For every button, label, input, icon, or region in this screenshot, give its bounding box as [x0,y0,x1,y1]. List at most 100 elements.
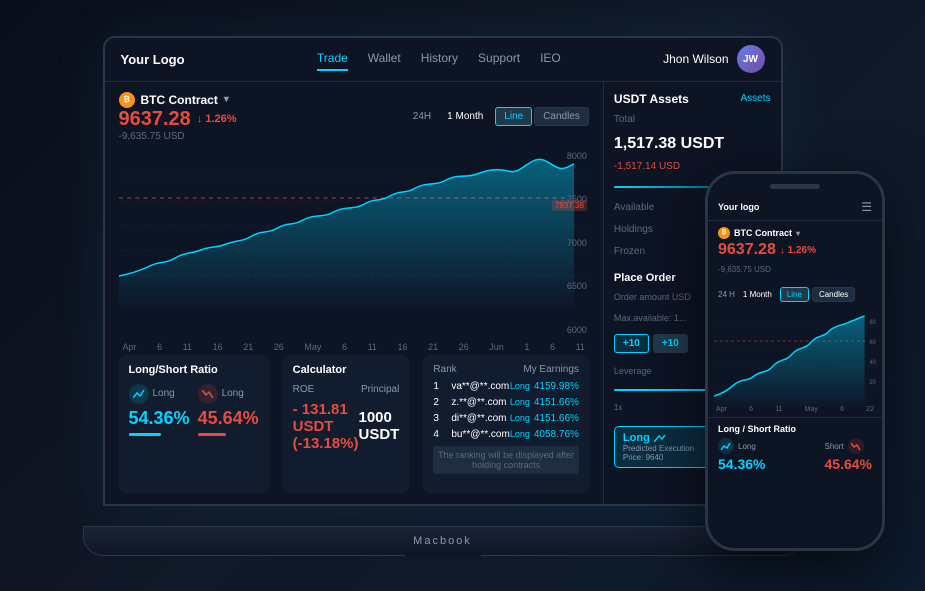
phone-line-btn[interactable]: Line [780,287,809,302]
dashboard: Your Logo Trade Wallet History Support I… [105,38,781,504]
principal-label: Principal [361,384,399,395]
rank-email-1: va**@**.com [451,381,510,392]
order-btn-10[interactable]: +10 [614,334,649,353]
phone-tab-24h[interactable]: 24 H [718,290,735,299]
time-tab-1month[interactable]: 1 Month [443,109,487,124]
phone-change: ↓ 1.26% [780,245,816,256]
calc-roe-row: ROE Principal [293,384,400,395]
btc-change: ↓ 1.26% [197,113,237,125]
rank-header: Rank My Earnings [433,364,579,375]
holdings-label: Holdings [614,224,653,235]
phone-menu-icon[interactable]: ☰ [861,200,872,214]
bottom-panels: Long/Short Ratio Long 54.36 [119,354,589,494]
x-6: 6 [157,342,162,352]
rank-num-2: 2 [433,397,445,408]
phone-btc-info: ₿ BTC Contract ▾ 9637.28 ↓ 1.26% -9,635.… [708,221,882,283]
svg-text:2000: 2000 [869,380,876,386]
x-26: 26 [274,342,284,352]
phone-short-icon [848,438,864,454]
svg-text:8000: 8000 [869,320,876,326]
phone-header: Your logo ☰ [708,194,882,221]
svg-text:6000: 6000 [869,340,876,346]
nav-wallet[interactable]: Wallet [368,47,401,71]
candles-chart-button[interactable]: Candles [534,107,589,126]
assets-link[interactable]: Assets [740,93,770,104]
ratio-long-bar [129,433,162,436]
rank-row-3: 3 di**@**.com Long 4151.66% [433,413,579,424]
phone-btc-pair: ₿ BTC Contract ▾ [718,227,872,239]
x-m16: 16 [398,342,408,352]
phone-ratio-row: Long 54.36% Short 45.64% [718,438,872,474]
header-right: Jhon Wilson JW [663,45,764,73]
rank-type-1: Long [510,381,530,391]
rank-email-4: bu**@**.com [451,429,510,440]
rank-email-3: di**@**.com [451,413,510,424]
roe-label: ROE [293,384,315,395]
y-label-6000: 6000 [567,325,587,335]
nav-trade[interactable]: Trade [317,47,348,71]
x-1: 1 [524,342,529,352]
line-chart-button[interactable]: Line [495,107,532,126]
ratio-short-label: Long [198,384,259,404]
phone-price-value: 9637.28 [718,241,776,259]
phone-screen: Your logo ☰ ₿ BTC Contract ▾ 9637.28 ↓ 1… [705,171,885,551]
ratio-long-item: Long 54.36% [129,384,190,436]
chart-type-btns: Line Candles [495,107,589,126]
ratio-short-name: Long [222,388,244,399]
laptop-notch [403,551,483,557]
phone-tab-1month[interactable]: 1 Month [743,290,772,299]
rank-num-4: 4 [433,429,445,440]
ratio-short-icon [198,384,218,404]
chart-controls: 24H 1 Month Line Candles [409,107,589,126]
x-m6: 6 [342,342,347,352]
x-j11: 11 [576,342,585,352]
rank-col-earnings: My Earnings [523,364,579,375]
phone-candles-btn[interactable]: Candles [812,287,855,302]
long-btn-label: Long [623,432,650,444]
dropdown-icon[interactable]: ▾ [224,94,229,105]
phone-dropdown-icon[interactable]: ▾ [796,229,800,238]
btc-price-value: 9637.28 [119,108,191,131]
btc-usd: -9,635.75 USD [119,131,237,142]
time-tabs: 24H 1 Month [409,109,488,124]
user-name: Jhon Wilson [663,52,728,66]
chart-header: ₿ BTC Contract ▾ 9637.28 ↓ 1.26% [119,92,589,142]
rank-col-rank: Rank [433,364,456,375]
usdt-total-label: Total [614,114,771,125]
nav-ieo[interactable]: IEO [540,47,561,71]
order-btn-10b[interactable]: +10 [653,334,688,353]
rank-row-4: 4 bu**@**.com Long 4058.76% [433,429,579,440]
phone-x-labels: Apr 6 11 May 6 22 [708,406,882,413]
rank-panel: Rank My Earnings 1 va**@**.com Long 4159… [423,354,589,494]
rank-email-2: z.**@**.com [451,397,510,408]
header: Your Logo Trade Wallet History Support I… [105,38,781,82]
long-trend-icon [654,434,666,442]
usdt-title: USDT Assets [614,92,689,106]
phone-inner: Your logo ☰ ₿ BTC Contract ▾ 9637.28 ↓ 1… [708,174,882,548]
avatar[interactable]: JW [737,45,765,73]
phone-btc-price: 9637.28 ↓ 1.26% [718,241,872,259]
x-axis-labels: Apr 6 11 16 21 26 May 6 11 16 21 26 Jun … [119,340,589,354]
y-label-7000: 7000 [567,238,587,248]
nav-history[interactable]: History [421,47,458,71]
btc-info: ₿ BTC Contract ▾ 9637.28 ↓ 1.26% [119,92,237,142]
phone-notch [770,184,820,189]
phone-long-pct: 54.36% [718,456,765,472]
rank-earning-4: 4058.76% [534,429,579,440]
phone-long-section: Long 54.36% [718,438,765,474]
time-tab-24h[interactable]: 24H [409,109,435,124]
y-label-7500: 7500 [567,194,587,204]
phone-short-section: Short 45.64% [825,438,872,474]
roe-value: - 131.81 USDT (-13.18%) [293,401,359,452]
rank-type-3: Long [510,413,530,423]
rank-num-3: 3 [433,413,445,424]
nav-support[interactable]: Support [478,47,520,71]
main-content: ₿ BTC Contract ▾ 9637.28 ↓ 1.26% [105,82,781,504]
usdt-amount: 1,517.38 USDT [614,135,771,153]
logo: Your Logo [121,52,185,67]
leverage-label: Leverage [614,366,652,376]
ratio-long-pct: 54.36% [129,408,190,429]
principal-value: 1000 USDT [358,409,399,443]
x-jun: Jun [489,342,504,352]
usdt-change: -1,517.14 USD [614,161,771,172]
